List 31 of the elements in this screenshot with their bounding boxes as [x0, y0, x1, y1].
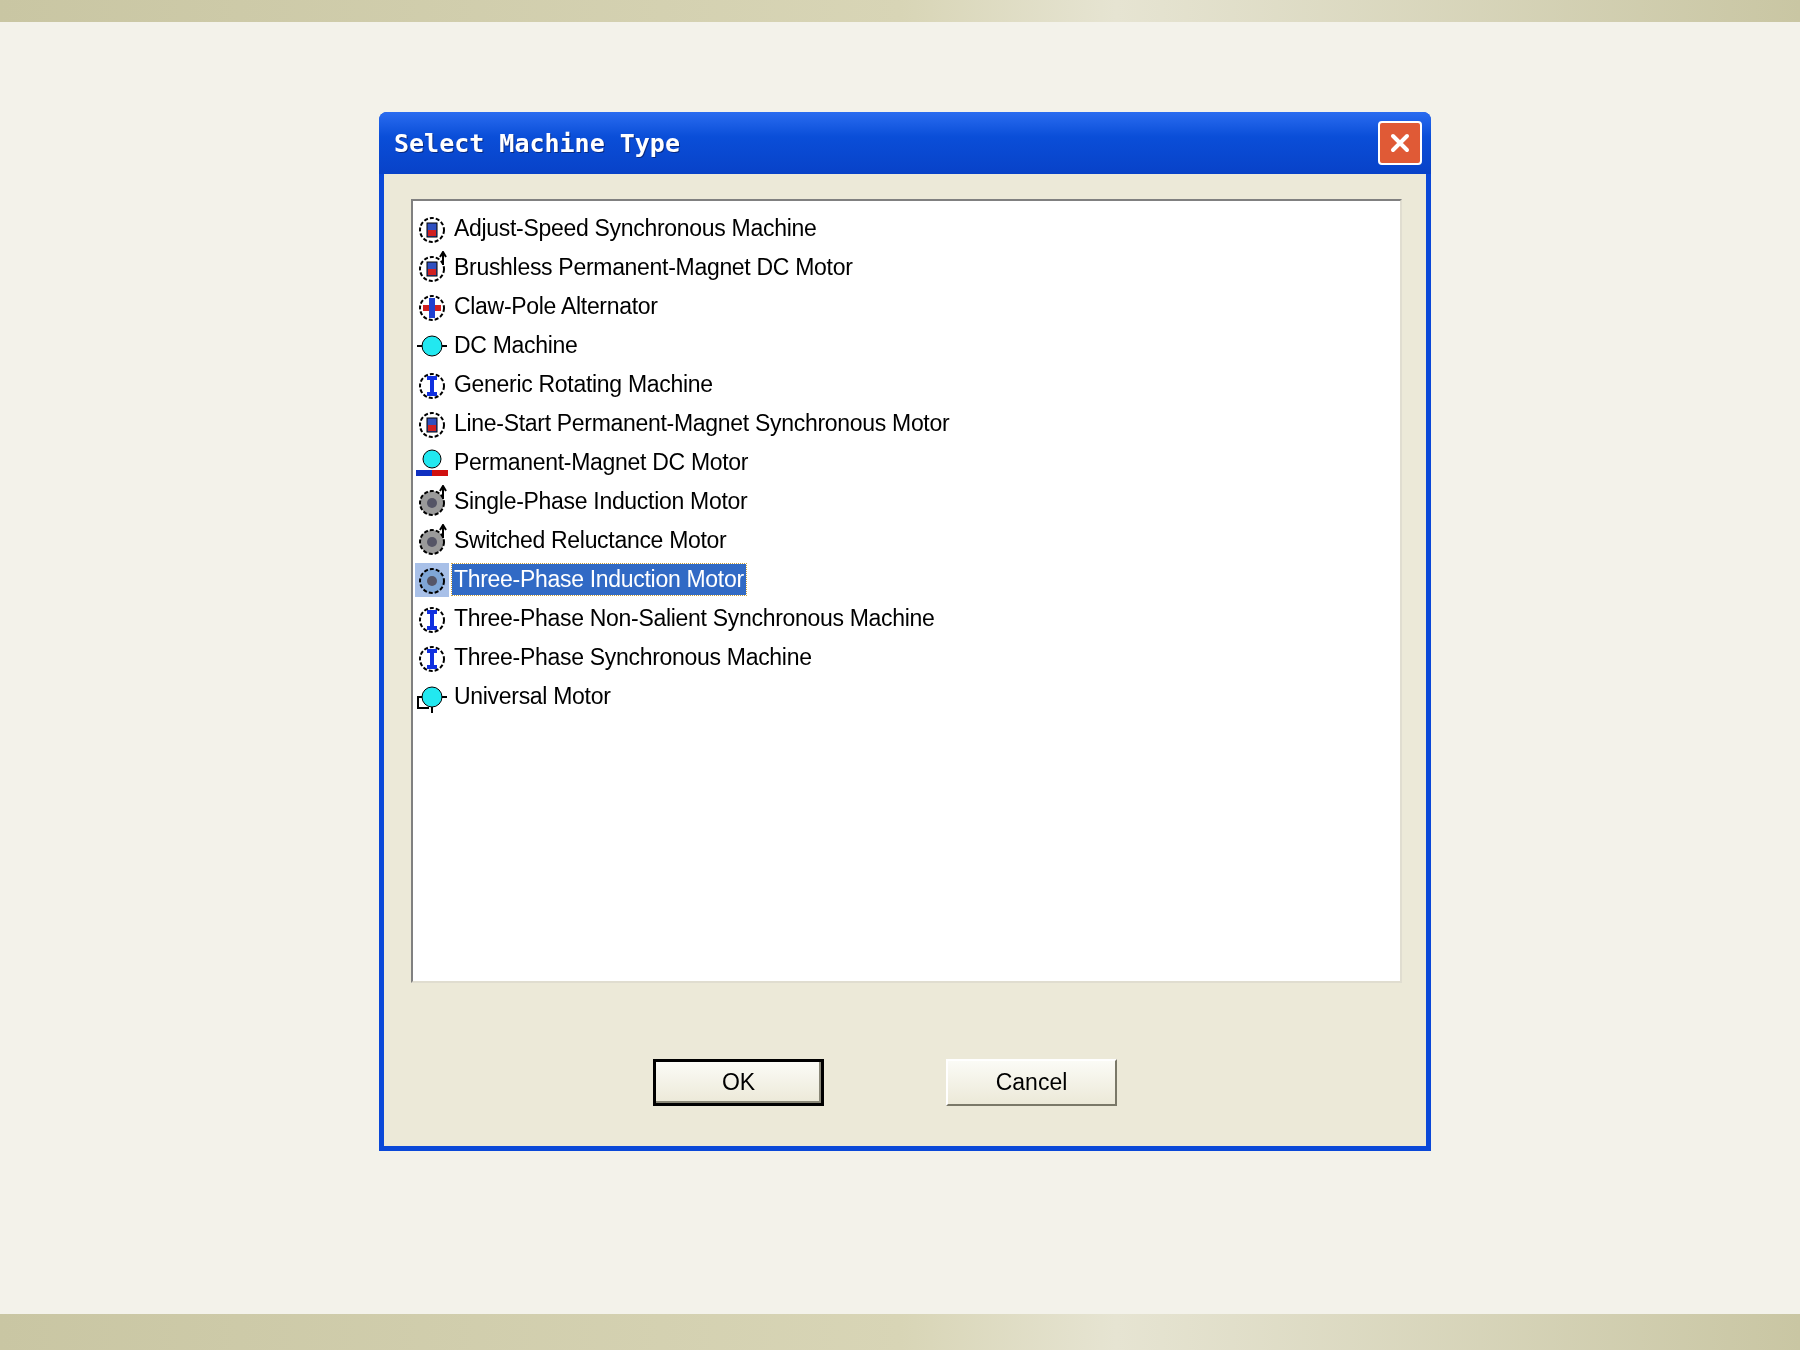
- list-item[interactable]: Permanent-Magnet DC Motor: [413, 443, 1400, 482]
- list-item-label: Single-Phase Induction Motor: [453, 487, 749, 516]
- list-item[interactable]: Three-Phase Synchronous Machine: [413, 638, 1400, 677]
- window-title: Select Machine Type: [394, 128, 680, 158]
- list-item-label: Generic Rotating Machine: [453, 370, 714, 399]
- list-item[interactable]: Adjust-Speed Synchronous Machine: [413, 209, 1400, 248]
- list-item[interactable]: Claw-Pole Alternator: [413, 287, 1400, 326]
- list-item[interactable]: Universal Motor: [413, 677, 1400, 716]
- list-item[interactable]: Brushless Permanent-Magnet DC Motor: [413, 248, 1400, 287]
- list-item[interactable]: Three-Phase Non-Salient Synchronous Machine: [413, 599, 1400, 638]
- list-item-label: Three-Phase Synchronous Machine: [453, 643, 813, 672]
- list-item-label: Line-Start Permanent-Magnet Synchronous Motor: [453, 409, 951, 438]
- list-item[interactable]: Three-Phase Induction Motor: [413, 560, 1400, 599]
- machine-icon: [415, 562, 449, 597]
- list-item-label: Permanent-Magnet DC Motor: [453, 448, 750, 477]
- list-item[interactable]: Line-Start Permanent-Magnet Synchronous Motor: [413, 404, 1400, 443]
- list-item[interactable]: Switched Reluctance Motor: [413, 521, 1400, 560]
- list-item[interactable]: Single-Phase Induction Motor: [413, 482, 1400, 521]
- list-item-label: Three-Phase Non-Salient Synchronous Machine: [453, 604, 936, 633]
- ok-button[interactable]: OK: [653, 1059, 824, 1106]
- list-item-label: Claw-Pole Alternator: [453, 292, 659, 321]
- list-item-label: Switched Reluctance Motor: [453, 526, 728, 555]
- cancel-button[interactable]: Cancel: [946, 1059, 1117, 1106]
- list-item[interactable]: DC Machine: [413, 326, 1400, 365]
- list-item-label: Three-Phase Induction Motor: [452, 564, 746, 595]
- list-item-label: Adjust-Speed Synchronous Machine: [453, 214, 818, 243]
- list-item-label: Universal Motor: [453, 682, 612, 711]
- close-button[interactable]: [1378, 121, 1422, 165]
- list-item[interactable]: Generic Rotating Machine: [413, 365, 1400, 404]
- list-item-label: DC Machine: [453, 331, 579, 360]
- list-item-label: Brushless Permanent-Magnet DC Motor: [453, 253, 854, 282]
